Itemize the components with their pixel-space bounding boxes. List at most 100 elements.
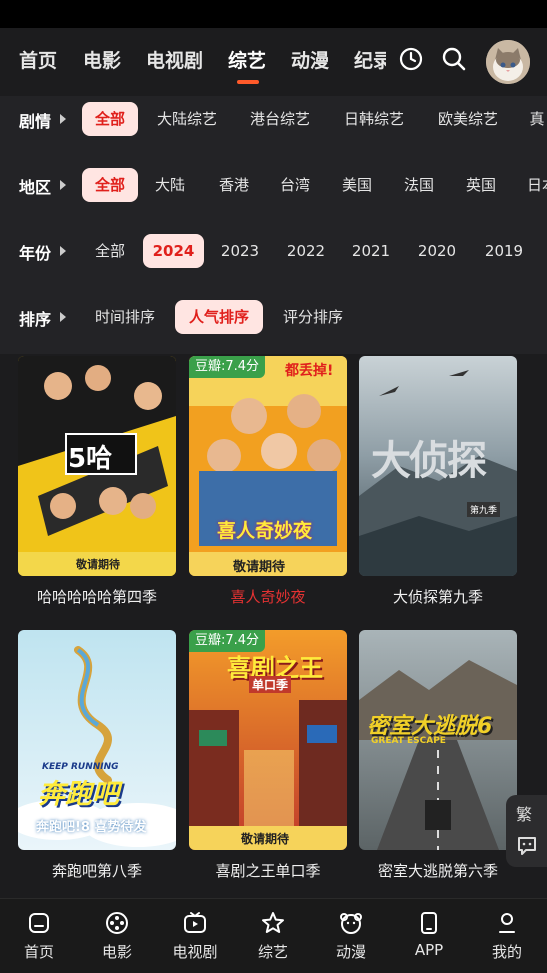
card-title[interactable]: 喜人奇妙夜 bbox=[179, 586, 357, 607]
active-tab-indicator bbox=[237, 80, 259, 84]
poster-image[interactable]: 密室大逃脱6 GREAT ESCAPE bbox=[359, 630, 517, 850]
poster-logo-text: 大侦探 bbox=[371, 438, 487, 484]
bottom-nav-label: 综艺 bbox=[257, 943, 288, 961]
filter-chip-usa[interactable]: 美国 bbox=[335, 168, 379, 202]
filter-label-region: 地区 bbox=[19, 178, 52, 197]
caret-right-icon bbox=[60, 312, 66, 322]
poster-subtitle: 单口季 bbox=[249, 676, 292, 693]
show-card[interactable]: 5哈 敬请期待 哈哈哈哈哈第四季 bbox=[18, 356, 176, 616]
poster-image[interactable]: 大侦探 第九季 bbox=[359, 356, 517, 576]
search-icon[interactable] bbox=[441, 46, 467, 72]
poster-headline: 都丢掉! bbox=[285, 363, 334, 379]
sort-chip-popularity[interactable]: 人气排序 bbox=[175, 300, 263, 334]
filter-chip-year-all[interactable]: 全部 bbox=[88, 234, 132, 268]
bottom-nav-profile[interactable]: 我的 bbox=[468, 899, 546, 973]
poster-caption: 敬请期待 bbox=[76, 558, 120, 571]
filter-row-year: 年份 全部 2024 2023 2022 2021 2020 2019 bbox=[0, 230, 547, 272]
filter-chip-jpkr-variety[interactable]: 日韩综艺 bbox=[337, 102, 411, 136]
tv-icon bbox=[184, 912, 206, 933]
filter-chip-2023[interactable]: 2023 bbox=[216, 234, 264, 268]
bottom-nav-home[interactable]: 首页 bbox=[0, 899, 78, 973]
filter-row-region: 地区 全部 大陆 香港 台湾 美国 法国 英国 日本 bbox=[0, 164, 547, 206]
tab-variety[interactable]: 综艺 bbox=[228, 46, 266, 73]
caret-right-icon bbox=[60, 114, 66, 124]
poster-caption: 敬请期待 bbox=[233, 560, 286, 575]
feedback-icon[interactable] bbox=[516, 835, 538, 857]
card-title[interactable]: 奔跑吧第八季 bbox=[8, 860, 186, 881]
film-reel-icon bbox=[106, 912, 128, 934]
poster-graphic bbox=[189, 356, 347, 576]
filter-chip-2020[interactable]: 2020 bbox=[413, 234, 461, 268]
filter-chip-japan[interactable]: 日本 bbox=[527, 168, 547, 202]
tab-anime[interactable]: 动漫 bbox=[291, 46, 329, 73]
filter-chip-france[interactable]: 法国 bbox=[397, 168, 441, 202]
sort-chip-time[interactable]: 时间排序 bbox=[88, 300, 162, 334]
show-card[interactable]: 豆瓣:7.4分 都丢掉! 喜人奇妙夜 敬请期待 喜人奇妙夜 bbox=[189, 356, 347, 616]
filter-chip-uk[interactable]: 英国 bbox=[459, 168, 503, 202]
filter-chip-2022[interactable]: 2022 bbox=[282, 234, 330, 268]
filter-label-year: 年份 bbox=[19, 244, 52, 263]
sort-chip-rating[interactable]: 评分排序 bbox=[276, 300, 350, 334]
bottom-nav-label: 电视剧 bbox=[172, 943, 218, 961]
user-icon bbox=[499, 913, 515, 933]
card-title[interactable]: 大侦探第九季 bbox=[349, 586, 527, 607]
status-bar bbox=[0, 0, 547, 28]
filter-panel: 剧情 全部 大陆综艺 港台综艺 日韩综艺 欧美综艺 真 地区 全部 大陆 香港 … bbox=[0, 96, 547, 354]
tab-movies[interactable]: 电影 bbox=[83, 46, 121, 73]
tab-home[interactable]: 首页 bbox=[19, 46, 57, 73]
filter-label-genre: 剧情 bbox=[19, 112, 52, 131]
filter-chip-hongkong[interactable]: 香港 bbox=[212, 168, 256, 202]
bottom-nav-anime[interactable]: 动漫 bbox=[312, 899, 390, 973]
filter-chip-western-variety[interactable]: 欧美综艺 bbox=[431, 102, 505, 136]
poster-logo-text: 喜人奇妙夜 bbox=[217, 520, 313, 542]
poster-english-title: KEEP RUNNING bbox=[42, 762, 119, 772]
filter-label-sort: 排序 bbox=[19, 310, 52, 329]
filter-chip-taiwan[interactable]: 台湾 bbox=[273, 168, 317, 202]
bottom-nav-label: 首页 bbox=[23, 943, 54, 961]
cat-avatar-icon bbox=[486, 40, 530, 84]
bear-icon bbox=[340, 913, 362, 934]
filter-chip-mainland[interactable]: 大陆 bbox=[150, 168, 190, 202]
bottom-nav-label: 我的 bbox=[491, 943, 522, 961]
show-card[interactable]: 大侦探 第九季 大侦探第九季 bbox=[359, 356, 517, 616]
card-title[interactable]: 密室大逃脱第六季 bbox=[349, 860, 527, 881]
tab-documentary[interactable]: 纪录 bbox=[354, 46, 386, 73]
phone-icon bbox=[421, 912, 437, 934]
filter-chip-2024[interactable]: 2024 bbox=[143, 234, 204, 268]
poster-image[interactable]: 5哈 敬请期待 bbox=[18, 356, 176, 576]
avatar[interactable] bbox=[486, 40, 530, 84]
star-icon bbox=[262, 912, 284, 933]
bottom-nav-label: 动漫 bbox=[335, 943, 366, 961]
traditional-chinese-toggle[interactable]: 繁 bbox=[516, 801, 532, 825]
poster-caption: 第九季 bbox=[467, 502, 501, 517]
filter-row-sort: 排序 时间排序 人气排序 评分排序 bbox=[0, 296, 547, 338]
filter-chip-genre-all[interactable]: 全部 bbox=[82, 102, 138, 136]
poster-image[interactable]: 豆瓣:7.4分 都丢掉! 喜人奇妙夜 敬请期待 bbox=[189, 356, 347, 576]
bottom-nav-app[interactable]: APP bbox=[390, 899, 468, 973]
bottom-nav-movies[interactable]: 电影 bbox=[78, 899, 156, 973]
poster-caption: 奔跑吧!8 喜势待发 bbox=[36, 820, 147, 835]
filter-chip-region-all[interactable]: 全部 bbox=[82, 168, 138, 202]
filter-chip-2019[interactable]: 2019 bbox=[480, 234, 528, 268]
bottom-nav: 首页 电影 电视剧 综艺 动漫 APP 我的 bbox=[0, 898, 547, 973]
poster-image[interactable]: KEEP RUNNING 奔跑吧 奔跑吧!8 喜势待发 bbox=[18, 630, 176, 850]
douban-score-badge: 豆瓣:7.4分 bbox=[189, 356, 266, 378]
poster-image[interactable]: 豆瓣:7.4分 喜剧之王 单口季 敬请期待 bbox=[189, 630, 347, 850]
card-title[interactable]: 哈哈哈哈哈第四季 bbox=[8, 586, 186, 607]
top-nav: 首页 电影 电视剧 综艺 动漫 纪录 bbox=[0, 28, 547, 96]
caret-right-icon bbox=[60, 180, 66, 190]
card-title[interactable]: 喜剧之王单口季 bbox=[179, 860, 357, 881]
bottom-nav-tv[interactable]: 电视剧 bbox=[156, 899, 234, 973]
side-tool-panel: 繁 bbox=[506, 795, 547, 867]
show-card[interactable]: KEEP RUNNING 奔跑吧 奔跑吧!8 喜势待发 奔跑吧第八季 bbox=[18, 630, 176, 890]
bottom-nav-label: 电影 bbox=[101, 943, 132, 961]
show-card[interactable]: 密室大逃脱6 GREAT ESCAPE 密室大逃脱第六季 bbox=[359, 630, 517, 890]
bottom-nav-variety[interactable]: 综艺 bbox=[234, 899, 312, 973]
show-card[interactable]: 豆瓣:7.4分 喜剧之王 单口季 敬请期待 喜剧之王单口季 bbox=[189, 630, 347, 890]
tab-tv-series[interactable]: 电视剧 bbox=[146, 46, 203, 73]
history-clock-icon[interactable] bbox=[398, 46, 424, 72]
filter-chip-2021[interactable]: 2021 bbox=[347, 234, 395, 268]
filter-chip-mainland-variety[interactable]: 大陆综艺 bbox=[150, 102, 224, 136]
filter-chip-reality[interactable]: 真 bbox=[527, 102, 547, 136]
filter-chip-hktw-variety[interactable]: 港台综艺 bbox=[243, 102, 317, 136]
